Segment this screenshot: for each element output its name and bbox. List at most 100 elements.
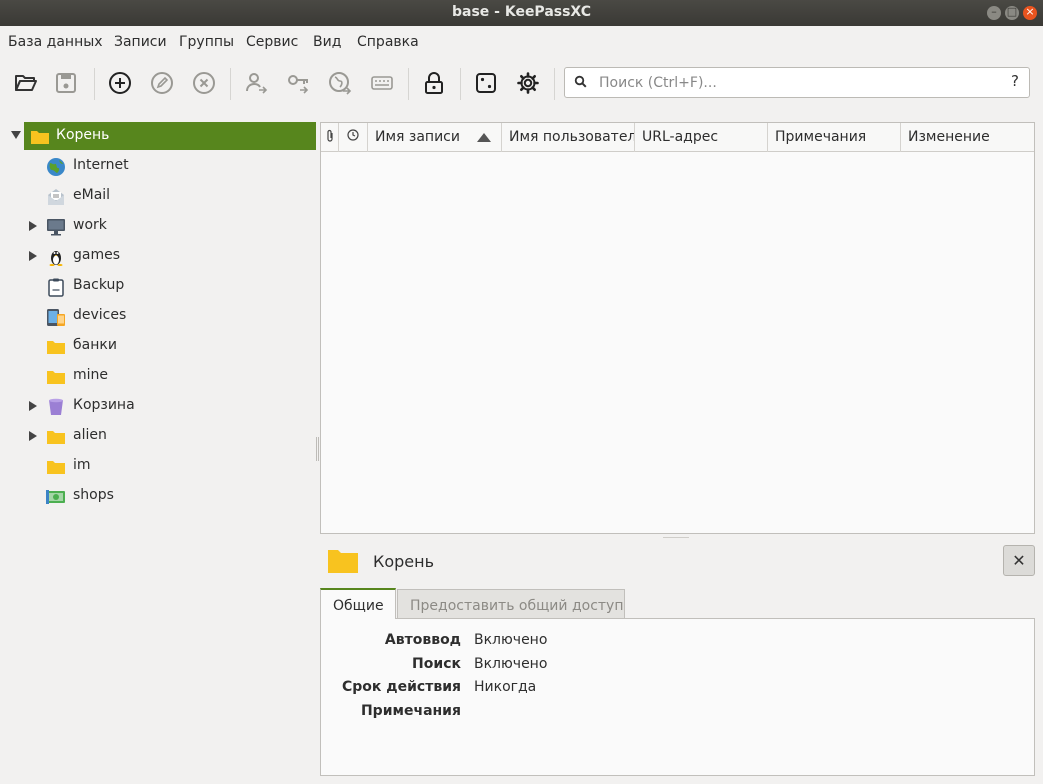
autotype-label: Автоввод xyxy=(384,632,461,648)
money-icon xyxy=(46,490,65,504)
globe-icon xyxy=(47,158,65,176)
expand-arrow-icon[interactable] xyxy=(28,250,38,262)
minimize-button[interactable]: – xyxy=(987,5,1001,20)
menu-groups[interactable]: Группы xyxy=(179,34,234,50)
add-entry-button[interactable] xyxy=(105,68,135,98)
menu-database[interactable]: База данных xyxy=(8,34,103,50)
delete-entry-button[interactable] xyxy=(189,68,219,98)
notes-column-header[interactable]: Примечания xyxy=(768,123,901,152)
group-label: Backup xyxy=(73,277,125,293)
search-help-button[interactable]: ? xyxy=(1011,72,1019,90)
tab-sharing[interactable]: Предоставить общий доступ xyxy=(397,589,625,619)
group-trash[interactable]: Корзина xyxy=(0,392,316,420)
close-window-button[interactable]: × xyxy=(1023,5,1037,20)
search-label: Поиск xyxy=(412,656,461,672)
group-label: alien xyxy=(73,427,107,443)
details-panel: Автоввод Включено Поиск Включено Срок де… xyxy=(320,618,1035,776)
group-im[interactable]: im xyxy=(0,452,316,480)
folder-icon xyxy=(47,371,65,384)
menu-tools[interactable]: Сервис xyxy=(246,34,298,50)
group-work[interactable]: work xyxy=(0,212,316,240)
search-box: ? xyxy=(564,67,1030,98)
group-shops[interactable]: shops xyxy=(0,482,316,510)
modified-column-header[interactable]: Изменение xyxy=(901,123,1034,152)
copy-username-button[interactable] xyxy=(241,68,271,98)
toolbar-separator xyxy=(460,68,461,100)
url-column-header[interactable]: URL-адрес xyxy=(635,123,768,152)
menu-bar: База данных Записи Группы Сервис Вид Спр… xyxy=(0,26,1043,58)
keyboard-icon xyxy=(371,76,393,90)
menu-help[interactable]: Справка xyxy=(357,34,419,50)
save-database-button[interactable] xyxy=(51,68,81,98)
tab-general[interactable]: Общие xyxy=(320,588,396,619)
username-column-header[interactable]: Имя пользователя xyxy=(502,123,635,152)
key-icon xyxy=(288,75,309,94)
group-label: mine xyxy=(73,367,109,383)
notes-label: Примечания xyxy=(360,703,461,719)
plus-circle-icon xyxy=(109,72,131,94)
details-header: Корень xyxy=(320,542,1043,582)
title-column-header[interactable]: Имя записи xyxy=(368,123,502,152)
menu-view[interactable]: Вид xyxy=(313,34,341,50)
folder-icon xyxy=(47,431,65,444)
lock-icon xyxy=(425,72,443,94)
gear-icon xyxy=(517,72,539,94)
settings-button[interactable] xyxy=(513,68,543,98)
folder-open-icon xyxy=(15,75,37,91)
group-games[interactable]: games xyxy=(0,242,316,270)
edit-entry-button[interactable] xyxy=(147,68,177,98)
autotype-button[interactable] xyxy=(367,68,397,98)
group-internet[interactable]: Internet xyxy=(0,152,316,180)
group-label: Корень xyxy=(56,127,110,143)
splitter-handle[interactable] xyxy=(316,437,319,461)
copy-password-button[interactable] xyxy=(283,68,313,98)
column-label: Имя пользователя xyxy=(509,129,635,145)
group-alien[interactable]: alien xyxy=(0,422,316,450)
group-label: Корзина xyxy=(73,397,135,413)
title-bar: base - KeePassXC – □ × xyxy=(0,0,1043,26)
delete-circle-icon xyxy=(193,72,215,94)
expiry-value: Никогда xyxy=(474,679,537,695)
group-email[interactable]: eMail xyxy=(0,182,316,210)
attachment-column-header[interactable] xyxy=(321,123,339,152)
column-label: Примечания xyxy=(775,129,867,145)
expand-arrow-icon[interactable] xyxy=(28,400,38,412)
splitter-handle[interactable] xyxy=(663,537,689,539)
paperclip-icon xyxy=(327,129,333,142)
expand-arrow-icon[interactable] xyxy=(28,220,38,232)
group-label: im xyxy=(73,457,91,473)
password-generator-button[interactable] xyxy=(471,68,501,98)
devices-icon xyxy=(47,309,65,326)
toolbar: ? xyxy=(0,58,1043,108)
toolbar-separator xyxy=(408,68,409,100)
group-label: eMail xyxy=(73,187,111,203)
group-banks[interactable]: банки xyxy=(0,332,316,360)
lock-database-button[interactable] xyxy=(419,68,449,98)
group-backup[interactable]: Backup xyxy=(0,272,316,300)
search-icon xyxy=(574,75,587,88)
open-database-button[interactable] xyxy=(11,68,41,98)
group-mine[interactable]: mine xyxy=(0,362,316,390)
toolbar-separator xyxy=(554,68,555,100)
pencil-circle-icon xyxy=(151,72,173,94)
column-label: Имя записи xyxy=(375,129,460,145)
search-input[interactable] xyxy=(599,72,979,94)
sort-ascending-icon xyxy=(477,133,491,142)
save-icon xyxy=(56,73,76,93)
mail-icon xyxy=(48,189,64,205)
group-root[interactable]: Корень xyxy=(24,122,316,150)
menu-entries[interactable]: Записи xyxy=(114,34,167,50)
expand-arrow-icon[interactable] xyxy=(28,430,38,442)
search-value: Включено xyxy=(474,656,548,672)
close-details-button[interactable]: ✕ xyxy=(1003,545,1035,576)
expiry-column-header[interactable] xyxy=(339,123,368,152)
folder-icon xyxy=(47,341,65,354)
globe-icon xyxy=(329,72,352,95)
group-devices[interactable]: devices xyxy=(0,302,316,330)
monitor-icon xyxy=(47,219,65,236)
copy-url-button[interactable] xyxy=(325,68,355,98)
group-label: shops xyxy=(73,487,114,503)
maximize-button[interactable]: □ xyxy=(1005,5,1019,20)
group-tree: Корень Internet eMail work games Backup … xyxy=(0,122,316,542)
folder-icon xyxy=(328,550,358,573)
